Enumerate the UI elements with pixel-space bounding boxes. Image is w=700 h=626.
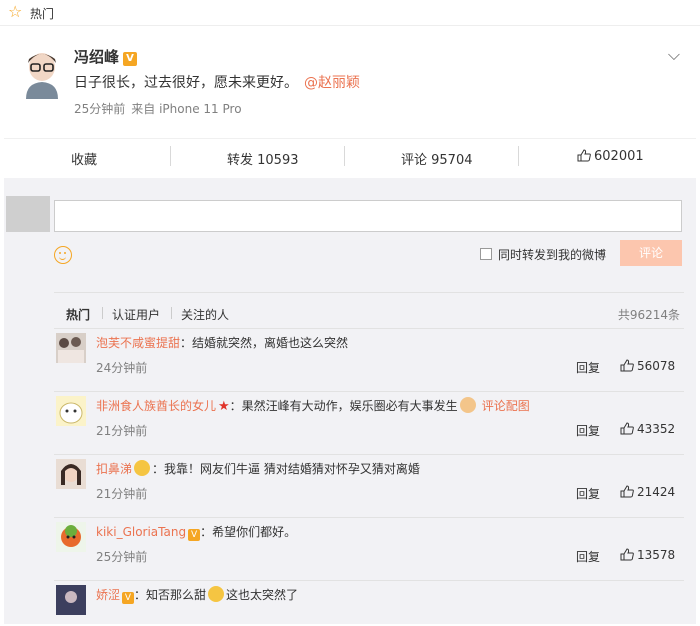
comment-text: 泡芙不咸蜜提甜：结婚就突然，离婚也这么突然	[96, 336, 349, 350]
divider	[170, 146, 171, 166]
chevron-down-icon[interactable]: ⌵	[668, 45, 680, 65]
submit-comment-button[interactable]: 评论	[620, 240, 682, 266]
commenter-name[interactable]: kiki_GloriaTang	[96, 525, 186, 539]
comment-filter-bar: 热门 认证用户 关注的人 共96214条	[54, 292, 684, 326]
comment-text: kiki_GloriaTang V ：希望你们都好。	[96, 525, 297, 541]
comment-like-button[interactable]: 43352	[620, 422, 675, 436]
commenter-name[interactable]: 非洲食人族酋长的女儿	[96, 399, 216, 413]
v-badge-icon: V	[188, 529, 201, 541]
commenter-avatar[interactable]	[56, 585, 86, 615]
repost-button[interactable]: 转发 10593	[227, 149, 299, 168]
like-button[interactable]: 602001	[577, 149, 644, 164]
comment-item: kiki_GloriaTang V ：希望你们都好。 25分钟前 回复 13578	[54, 517, 684, 580]
thumb-up-icon	[620, 548, 634, 561]
comment-time: 25分钟前	[96, 550, 148, 564]
author-name[interactable]: 冯绍峰 V	[74, 46, 138, 67]
reply-button[interactable]: 回复	[576, 485, 600, 502]
comment-input[interactable]	[54, 200, 682, 232]
comment-like-button[interactable]: 56078	[620, 359, 675, 373]
comment-time: 21分钟前	[96, 487, 148, 501]
comment-button[interactable]: 评论 95704	[401, 149, 473, 168]
comment-item: 扣鼻涕 ：我靠！网友们牛逼 猜对结婚猜对怀孕又猜对离婚 21分钟前 回复 2142…	[54, 454, 684, 517]
divider	[171, 307, 172, 319]
red-star-icon: ★	[218, 399, 230, 414]
top-bar: ☆ 热门	[0, 0, 700, 26]
author-avatar[interactable]	[22, 49, 62, 99]
divider	[518, 146, 519, 166]
post-time[interactable]: 25分钟前	[74, 102, 125, 116]
post-meta: 25分钟前 来自 iPhone 11 Pro	[74, 100, 242, 117]
commenter-name[interactable]: 泡芙不咸蜜提甜	[96, 336, 180, 350]
post-source: 来自 iPhone 11 Pro	[131, 102, 242, 116]
filter-hot[interactable]: 热门	[66, 306, 90, 323]
heart-eyes-emoji-icon	[134, 460, 151, 476]
reply-button[interactable]: 回复	[576, 422, 600, 439]
thumb-up-icon	[620, 485, 634, 498]
mention-link[interactable]: @赵丽颖	[304, 75, 360, 91]
commenter-avatar[interactable]	[56, 459, 86, 489]
thumb-up-icon	[620, 359, 634, 372]
star-icon: ☆	[8, 2, 23, 21]
divider	[102, 307, 103, 319]
weibo-post: 冯绍峰 V 日子很长，过去很好，愿未来更好。 @赵丽颖 25分钟前 来自 iPhone…	[4, 27, 696, 137]
my-avatar	[6, 196, 50, 232]
comment-text: 扣鼻涕 ：我靠！网友们牛逼 猜对结婚猜对怀孕又猜对离婚	[96, 460, 420, 476]
favorite-button[interactable]: 收藏	[71, 149, 97, 168]
forward-label: 同时转发到我的微博	[498, 248, 607, 262]
comment-section: 同时转发到我的微博 评论 热门 认证用户 关注的人 共96214条 泡芙不咸蜜提…	[4, 178, 696, 624]
commenter-name[interactable]: 娇涩	[96, 588, 120, 602]
divider	[344, 146, 345, 166]
comment-image-link[interactable]: 评论配图	[482, 399, 530, 413]
forward-checkbox[interactable]	[480, 248, 492, 260]
comment-item: 非洲食人族酋长的女儿 ★：果然汪峰有大动作，娱乐圈必有大事发生 评论配图 21分钟前…	[54, 391, 684, 454]
filter-verified[interactable]: 认证用户	[112, 306, 160, 323]
thumb-up-icon	[577, 149, 591, 162]
comment-time: 24分钟前	[96, 361, 148, 375]
filter-following[interactable]: 关注的人	[181, 306, 229, 323]
section-title: 热门	[30, 7, 55, 21]
comment-item: 娇涩 V ：知否那么甜 这也太突然了	[54, 580, 684, 624]
v-badge-icon: V	[123, 52, 138, 66]
commenter-avatar[interactable]	[56, 333, 86, 363]
reply-button[interactable]: 回复	[576, 548, 600, 565]
comment-time: 21分钟前	[96, 424, 148, 438]
cat-emoji-icon	[459, 397, 476, 413]
sad-emoji-icon	[208, 586, 225, 602]
comment-like-button[interactable]: 13578	[620, 548, 675, 562]
comment-like-button[interactable]: 21424	[620, 485, 675, 499]
reply-button[interactable]: 回复	[576, 359, 600, 376]
v-badge-icon: V	[122, 592, 135, 604]
comment-item: 泡芙不咸蜜提甜：结婚就突然，离婚也这么突然 24分钟前 回复 56078	[54, 328, 684, 391]
comment-text: 娇涩 V ：知否那么甜 这也太突然了	[96, 586, 299, 604]
commenter-name[interactable]: 扣鼻涕	[96, 462, 132, 476]
comment-text: 非洲食人族酋长的女儿 ★：果然汪峰有大动作，娱乐圈必有大事发生 评论配图	[96, 397, 530, 414]
post-content: 日子很长，过去很好，愿未来更好。 @赵丽颖	[74, 75, 360, 91]
commenter-avatar[interactable]	[56, 522, 86, 552]
comment-total: 共96214条	[617, 308, 680, 322]
action-bar: 收藏 转发 10593 评论 95704 602001	[4, 138, 696, 174]
smiley-icon[interactable]	[54, 246, 72, 264]
commenter-avatar[interactable]	[56, 396, 86, 426]
thumb-up-icon	[620, 422, 634, 435]
